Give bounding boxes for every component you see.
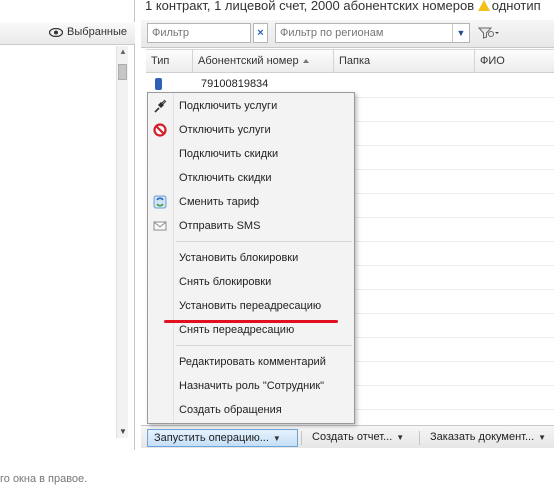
create-report-label: Создать отчет... — [312, 431, 393, 443]
left-scrollbar[interactable]: ▲ ▼ — [116, 46, 128, 438]
subscriber-number: 79100819834 — [201, 78, 269, 90]
menu-item-label: Отправить SMS — [179, 220, 261, 232]
scroll-thumb[interactable] — [118, 64, 127, 80]
menu-item-label: Снять переадресацию — [179, 324, 295, 336]
region-filter-input[interactable] — [275, 23, 470, 43]
menu-item-connect-discounts[interactable]: Подключить скидки — [148, 143, 354, 165]
menu-item-edit-comment[interactable]: Редактировать комментарий — [148, 351, 354, 373]
grid-header: Тип Абонентский номер Папка ФИО — [146, 49, 554, 73]
warning-text: однотип — [491, 0, 541, 13]
menu-item-label: Подключить скидки — [179, 148, 279, 160]
sort-ascending-icon — [302, 59, 309, 63]
menu-item-label: Сменить тариф — [179, 196, 260, 208]
menu-item-set-forwarding[interactable]: Установить переадресацию — [148, 295, 354, 317]
menu-item-remove-forwarding[interactable]: Снять переадресацию — [148, 319, 354, 341]
menu-separator — [176, 241, 352, 242]
menu-item-label: Установить блокировки — [179, 252, 299, 264]
eye-icon — [49, 27, 64, 37]
column-header-name[interactable]: ФИО — [475, 50, 554, 73]
favorites-label: Выбранные — [67, 26, 127, 38]
menu-item-label: Редактировать комментарий — [179, 356, 326, 368]
menu-separator — [176, 345, 352, 346]
create-report-button[interactable]: Создать отчет... ▼ — [306, 429, 410, 447]
scroll-up-icon[interactable]: ▲ — [119, 48, 127, 56]
bottom-toolbar: Запустить операцию... ▼ Создать отчет... ▼… — [141, 425, 554, 448]
column-header-folder[interactable]: Папка — [334, 50, 475, 73]
filter-input[interactable] — [147, 23, 251, 43]
column-label: Абонентский номер — [198, 55, 299, 67]
run-operation-button[interactable]: Запустить операцию... ▼ — [147, 429, 298, 447]
menu-item-label: Отключить скидки — [179, 172, 272, 184]
menu-item-change-tariff[interactable]: Сменить тариф — [148, 191, 354, 213]
chevron-down-icon[interactable]: ▼ — [452, 24, 469, 42]
menu-item-set-blocks[interactable]: Установить блокировки — [148, 247, 354, 269]
menu-item-label: Установить переадресацию — [179, 300, 322, 312]
column-header-type[interactable]: Тип — [146, 50, 193, 73]
dropdown-arrow-icon: ▼ — [396, 433, 405, 442]
filter-bar: × ▼ — [141, 20, 554, 48]
left-panel — [0, 0, 135, 450]
order-document-label: Заказать документ... — [430, 431, 535, 443]
mobile-phone-icon — [155, 78, 162, 90]
envelope-icon — [153, 221, 167, 231]
dropdown-arrow-icon: ▼ — [272, 434, 281, 443]
filter-settings-button[interactable] — [477, 26, 500, 42]
menu-item-remove-blocks[interactable]: Снять блокировки — [148, 271, 354, 293]
warning-icon — [477, 0, 490, 11]
menu-item-label: Отключить услуги — [179, 124, 271, 136]
footnote-text: го окна в правое. — [0, 473, 88, 485]
menu-item-send-sms[interactable]: Отправить SMS — [148, 215, 354, 237]
funnel-settings-icon — [477, 27, 499, 39]
column-label: ФИО — [480, 55, 505, 67]
menu-item-label: Подключить услуги — [179, 100, 278, 112]
column-label: Тип — [151, 55, 170, 67]
column-header-number[interactable]: Абонентский номер — [193, 50, 334, 73]
favorites-button[interactable]: Выбранные — [49, 26, 127, 38]
menu-item-connect-services[interactable]: Подключить услуги — [148, 95, 354, 117]
menu-item-disconnect-discounts[interactable]: Отключить скидки — [148, 167, 354, 189]
menu-item-label: Снять блокировки — [179, 276, 272, 288]
summary-text: 1 контракт, 1 лицевой счет, 2000 абонент… — [145, 0, 475, 13]
run-operation-label: Запустить операцию... — [154, 432, 269, 444]
plug-icon — [154, 99, 167, 113]
scroll-down-icon[interactable]: ▼ — [119, 428, 127, 436]
order-document-button[interactable]: Заказать документ... ▼ — [424, 429, 552, 447]
refresh-icon — [153, 195, 167, 209]
menu-item-assign-employee-role[interactable]: Назначить роль "Сотрудник" — [148, 375, 354, 397]
menu-item-disconnect-services[interactable]: Отключить услуги — [148, 119, 354, 141]
menu-item-create-requests[interactable]: Создать обращения — [148, 399, 354, 421]
menu-item-label: Назначить роль "Сотрудник" — [179, 380, 325, 392]
operations-menu: Подключить услуги Отключить услуги Подкл… — [147, 92, 355, 424]
menu-item-label: Создать обращения — [179, 404, 282, 416]
clear-filter-button[interactable]: × — [253, 23, 268, 43]
selection-summary: 1 контракт, 1 лицевой счет, 2000 абонент… — [145, 0, 541, 13]
forbidden-icon — [153, 123, 167, 137]
column-label: Папка — [339, 55, 371, 67]
left-toolbar: Выбранные — [0, 22, 135, 45]
toolbar-divider — [301, 431, 302, 445]
toolbar-divider — [419, 431, 420, 445]
dropdown-arrow-icon: ▼ — [538, 433, 547, 442]
